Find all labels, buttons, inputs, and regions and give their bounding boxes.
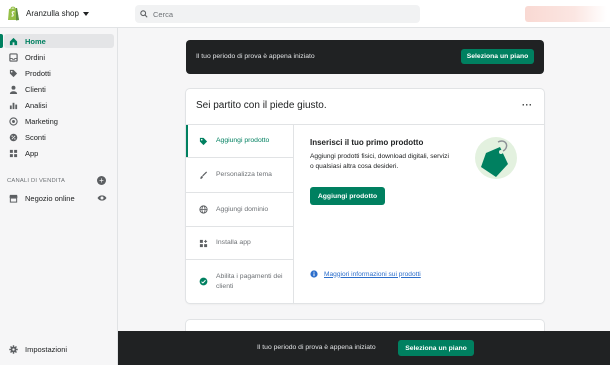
shop-switcher[interactable]: Aranzulla shop bbox=[26, 9, 89, 18]
setup-card: Sei partito con il piede giusto. ··· Agg… bbox=[186, 89, 544, 303]
top-bar: Aranzulla shop bbox=[0, 0, 610, 28]
more-info-link[interactable]: Maggiori informazioni sui prodotti bbox=[310, 270, 421, 278]
trial-bottom-text: Il tuo periodo di prova è appena iniziat… bbox=[257, 344, 376, 351]
trial-bottom-bar: Il tuo periodo di prova è appena iniziat… bbox=[118, 331, 610, 365]
sidebar-item-label: Analisi bbox=[25, 100, 48, 110]
tab-abilita-pagamenti[interactable]: Abilita i pagamenti dei clienti bbox=[186, 260, 293, 303]
add-sales-channel-icon[interactable]: + bbox=[97, 176, 106, 185]
search-input[interactable] bbox=[153, 9, 393, 19]
card-title: Sei partito con il piede giusto. bbox=[196, 100, 327, 111]
sidebar-item-label: Sconti bbox=[25, 132, 46, 142]
home-icon bbox=[9, 37, 18, 45]
sidebar-item-app[interactable]: App bbox=[4, 146, 114, 160]
more-info-link-text[interactable]: Maggiori informazioni sui prodotti bbox=[324, 271, 421, 278]
add-product-button[interactable]: Aggiungi prodotto bbox=[310, 187, 385, 205]
settings-label: Impostazioni bbox=[25, 344, 68, 354]
pane-description: Aggiungi prodotti fisici, download digit… bbox=[310, 153, 449, 170]
brush-icon bbox=[200, 170, 208, 179]
sidebar-item-impostazioni[interactable]: Impostazioni bbox=[4, 342, 114, 356]
store-icon bbox=[9, 194, 18, 203]
person-icon bbox=[9, 85, 18, 94]
tab-personalizza-tema[interactable]: Personalizza tema bbox=[186, 158, 293, 193]
search-icon bbox=[140, 10, 148, 18]
setup-tabs: Aggiungi prodotto Personalizza tema Aggi… bbox=[186, 125, 294, 303]
account-avatar[interactable] bbox=[525, 6, 607, 22]
trial-banner-text: Il tuo periodo di prova è appena iniziat… bbox=[196, 53, 315, 60]
sales-channels-title: CANALI DI VENDITA bbox=[7, 178, 66, 184]
sidebar-item-sconti[interactable]: Sconti bbox=[4, 130, 114, 144]
more-options-button[interactable]: ··· bbox=[522, 100, 533, 110]
tab-label: Abilita i pagamenti dei clienti bbox=[216, 272, 283, 290]
apps-icon bbox=[199, 239, 208, 247]
select-plan-bottom-button[interactable]: Seleziona un piano bbox=[398, 340, 474, 356]
globe-icon bbox=[199, 205, 208, 214]
tab-aggiungi-prodotto[interactable]: Aggiungi prodotto bbox=[186, 125, 293, 158]
info-icon bbox=[310, 270, 318, 278]
sidebar-item-clienti[interactable]: Clienti bbox=[4, 82, 114, 96]
discount-icon bbox=[9, 133, 18, 141]
sidebar-item-prodotti[interactable]: Prodotti bbox=[4, 66, 114, 80]
check-circle-icon bbox=[199, 277, 208, 286]
trial-banner: Il tuo periodo di prova è appena iniziat… bbox=[186, 40, 544, 74]
tag-icon bbox=[9, 69, 18, 77]
sidebar-item-label: Marketing bbox=[25, 116, 58, 126]
product-tag-illustration bbox=[475, 137, 517, 179]
tab-installa-app[interactable]: Installa app bbox=[186, 227, 293, 260]
shop-name: Aranzulla shop bbox=[26, 9, 79, 18]
orders-icon bbox=[9, 52, 18, 62]
tag-icon bbox=[199, 137, 208, 145]
apps-icon bbox=[9, 149, 18, 157]
sidebar-item-home[interactable]: Home bbox=[0, 34, 114, 48]
sidebar-item-label: App bbox=[25, 148, 39, 158]
sidebar-item-label: Prodotti bbox=[25, 68, 51, 78]
gear-icon bbox=[9, 344, 18, 354]
caret-down-icon bbox=[82, 11, 89, 16]
tab-label: Aggiungi dominio bbox=[216, 205, 269, 213]
sidebar-item-label: Clienti bbox=[25, 84, 46, 94]
target-icon bbox=[9, 116, 18, 126]
tab-label: Installa app bbox=[216, 239, 251, 246]
pane-title: Inserisci il tuo primo prodotto bbox=[310, 138, 424, 147]
tab-label: Aggiungi prodotto bbox=[216, 137, 270, 144]
search-bar[interactable] bbox=[135, 5, 420, 23]
sidebar-item-analisi[interactable]: Analisi bbox=[4, 98, 114, 112]
sidebar: Home Ordini Prodotti Clienti Analisi Mar… bbox=[0, 28, 118, 365]
sidebar-item-ordini[interactable]: Ordini bbox=[4, 50, 114, 64]
select-plan-button[interactable]: Seleziona un piano bbox=[461, 49, 534, 64]
eye-icon[interactable] bbox=[97, 194, 107, 202]
sidebar-item-marketing[interactable]: Marketing bbox=[4, 114, 114, 128]
shopify-logo-icon bbox=[8, 6, 19, 21]
tab-label: Personalizza tema bbox=[216, 171, 272, 178]
sidebar-item-label: Home bbox=[25, 36, 46, 46]
bar-chart-icon bbox=[9, 102, 18, 109]
tab-aggiungi-dominio[interactable]: Aggiungi dominio bbox=[186, 193, 293, 227]
sidebar-item-label: Negozio online bbox=[25, 193, 75, 203]
sidebar-item-label: Ordini bbox=[25, 52, 46, 62]
